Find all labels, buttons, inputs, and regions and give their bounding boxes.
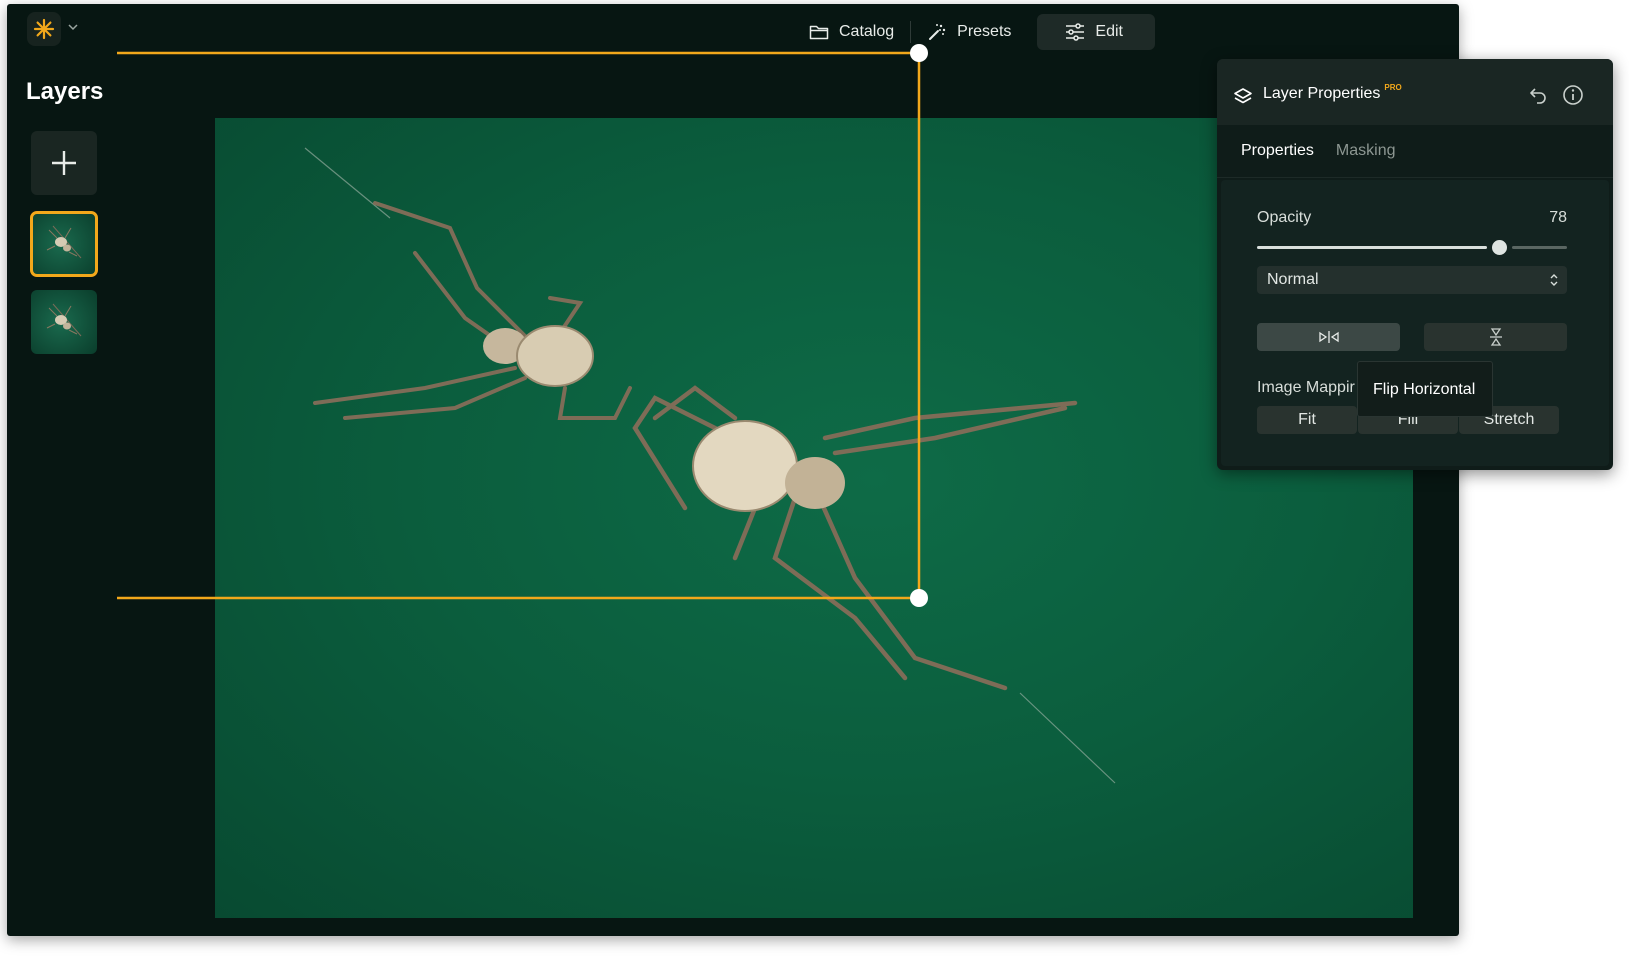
blend-mode-select[interactable]: Normal (1257, 266, 1567, 294)
panel-header: Layer Properties PRO (1217, 59, 1613, 125)
tab-properties[interactable]: Properties (1241, 142, 1314, 160)
mapping-fit-button[interactable]: Fit (1257, 406, 1357, 434)
opacity-slider-track (1511, 246, 1567, 249)
tabs-divider (1217, 177, 1613, 178)
layers-icon (1234, 88, 1252, 104)
flip-horizontal-button[interactable] (1257, 323, 1400, 351)
tab-masking[interactable]: Masking (1336, 142, 1396, 160)
opacity-slider[interactable] (1257, 240, 1567, 255)
flip-vertical-button[interactable] (1424, 323, 1567, 351)
undo-icon[interactable] (1528, 85, 1548, 105)
flip-horizontal-icon (1318, 331, 1339, 343)
transform-handle-bottom-right[interactable] (910, 589, 928, 607)
blend-mode-value: Normal (1267, 271, 1319, 288)
flip-vertical-icon (1489, 328, 1502, 346)
opacity-slider-thumb[interactable] (1491, 240, 1507, 255)
transform-handle-top-right[interactable] (910, 44, 928, 62)
panel-title-text: Layer Properties (1263, 85, 1381, 102)
opacity-slider-fill (1257, 246, 1487, 249)
pro-badge: PRO (1384, 83, 1402, 92)
opacity-value: 78 (1549, 209, 1567, 226)
flip-horizontal-tooltip: Flip Horizontal (1357, 361, 1493, 417)
image-mapping-label: Image Mappir (1257, 379, 1355, 396)
info-icon[interactable] (1562, 84, 1584, 106)
opacity-label: Opacity (1257, 209, 1312, 226)
panel-title: Layer Properties PRO (1263, 83, 1402, 103)
panel-tabs: Properties Masking (1241, 142, 1396, 160)
chevron-updown-icon (1550, 274, 1558, 286)
